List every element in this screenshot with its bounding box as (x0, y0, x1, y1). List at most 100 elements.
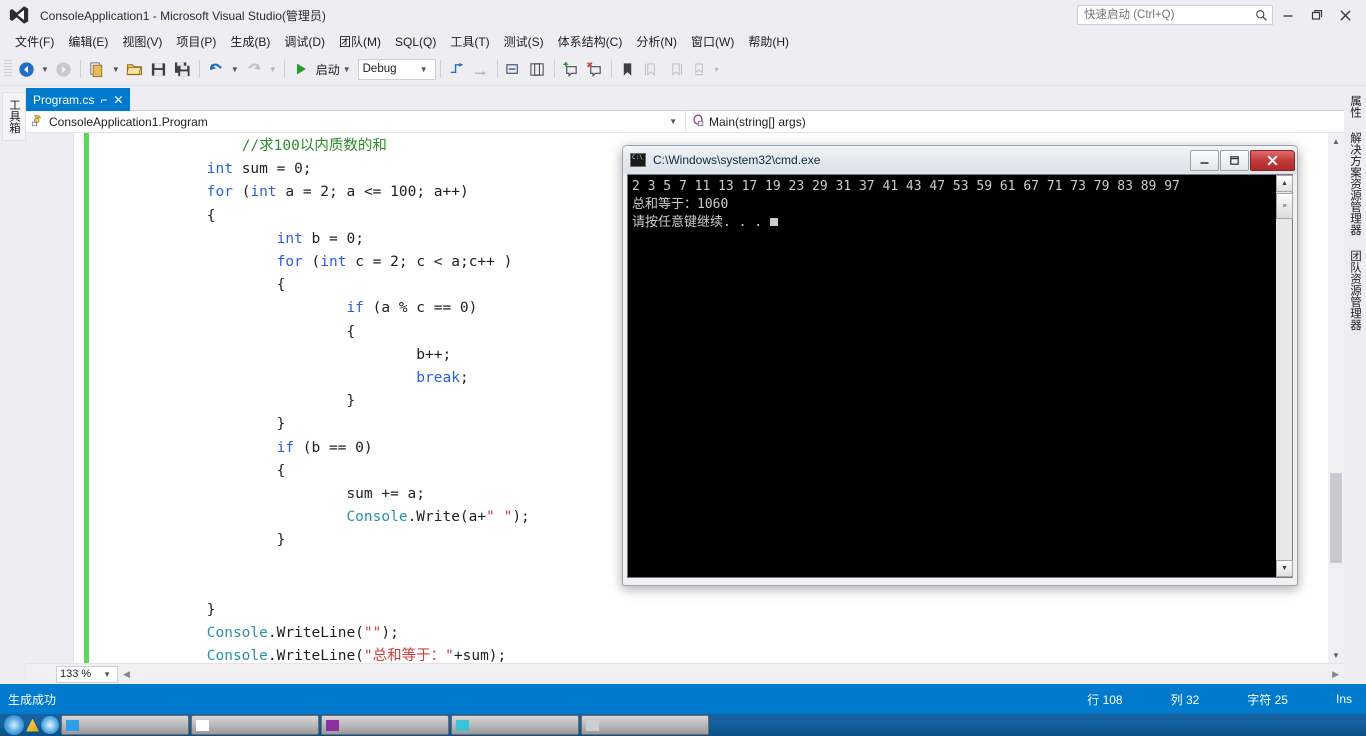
menu-item-10[interactable]: 体系结构(C) (551, 31, 630, 52)
new-project-dropdown-icon[interactable]: ▼ (109, 65, 123, 74)
undo-icon[interactable] (204, 57, 228, 81)
menu-item-12[interactable]: 窗口(W) (684, 31, 741, 52)
close-icon[interactable]: ✕ (113, 94, 123, 106)
editor-horizontal-scrollbar[interactable]: 133 % ▼ ◀ ▶ (26, 663, 1344, 684)
taskbar-item[interactable] (191, 715, 319, 735)
console-minimize-button[interactable] (1190, 149, 1219, 171)
console-scrollbar[interactable]: ▲ ≡ ▼ (1275, 175, 1293, 577)
maximize-restore-button[interactable] (1302, 0, 1331, 30)
taskbar-item[interactable] (581, 715, 709, 735)
new-project-icon[interactable] (85, 57, 109, 81)
search-icon[interactable] (1254, 8, 1268, 22)
remove-bookmark-icon[interactable] (583, 57, 607, 81)
scroll-down-icon[interactable]: ▼ (1328, 647, 1344, 663)
redo-dropdown-icon[interactable]: ▼ (266, 65, 280, 74)
left-dock-tab-0[interactable]: 工具箱 (2, 92, 26, 141)
zoom-level-value: 133 % (60, 668, 92, 680)
chevron-down-icon[interactable]: ▼ (417, 65, 431, 74)
code-token: (a % c == 0) (363, 300, 478, 317)
menu-item-8[interactable]: 工具(T) (443, 31, 496, 52)
navigate-back-icon[interactable] (14, 57, 38, 81)
code-token: } (276, 532, 286, 549)
quicklaunch-icon-2[interactable] (41, 716, 59, 734)
taskbar-item-icon (326, 719, 339, 731)
add-bookmark-icon[interactable] (559, 57, 583, 81)
toolbar-grip[interactable] (4, 60, 12, 78)
menu-item-2[interactable]: 视图(V) (115, 31, 169, 52)
taskbar-item[interactable] (451, 715, 579, 735)
taskbar-item[interactable] (321, 715, 449, 735)
build-status-text: 生成成功 (8, 692, 57, 707)
step-into-icon[interactable] (445, 57, 469, 81)
toggle-bookmark-icon[interactable] (616, 57, 640, 81)
taskbar-item-icon (196, 719, 209, 731)
code-text[interactable]: //求100以内质数的和 int sum = 0; for (int a = 2… (102, 133, 530, 663)
menu-item-13[interactable]: 帮助(H) (741, 31, 796, 52)
scroll-right-icon[interactable]: ▶ (1327, 669, 1344, 680)
menu-item-0[interactable]: 文件(F) (8, 31, 61, 52)
document-tab-program-cs[interactable]: Program.cs ⌐ ✕ (26, 88, 131, 111)
comment-icon[interactable] (502, 57, 526, 81)
right-dock-tab-1[interactable]: 解决方案资源管理器 (1345, 127, 1365, 241)
navigate-back-dropdown-icon[interactable]: ▼ (38, 65, 52, 74)
menu-item-9[interactable]: 测试(S) (497, 31, 551, 52)
editor-indicator-margin[interactable] (26, 133, 74, 663)
toolbar-overflow-icon[interactable]: ▾ (712, 65, 722, 74)
pin-icon[interactable]: ⌐ (100, 94, 107, 106)
close-button[interactable] (1331, 0, 1360, 30)
chevron-down-icon[interactable]: ▼ (666, 117, 680, 126)
save-icon[interactable] (147, 57, 171, 81)
console-close-button[interactable] (1250, 149, 1295, 171)
scroll-up-icon[interactable]: ▲ (1276, 175, 1293, 192)
type-dropdown[interactable]: ConsoleApplication1.Program ▼ (26, 110, 686, 133)
console-output-area[interactable]: 2 3 5 7 11 13 17 19 23 29 31 37 41 43 47… (627, 174, 1293, 578)
right-dock-tab-0[interactable]: 属性 (1345, 90, 1365, 123)
configuration-combobox[interactable]: Debug ▼ (357, 58, 436, 80)
code-token: .Write(a+ (407, 509, 487, 526)
zoom-level-combobox[interactable]: 133 % ▼ (56, 665, 118, 683)
code-line: break; (102, 367, 530, 390)
taskbar-item[interactable] (61, 715, 189, 735)
quicklaunch-icon-1[interactable] (26, 718, 39, 732)
menu-item-6[interactable]: 团队(M) (332, 31, 388, 52)
menu-item-5[interactable]: 调试(D) (277, 31, 332, 52)
menu-item-1[interactable]: 编辑(E) (61, 31, 115, 52)
insert-mode-indicator[interactable]: Ins (1312, 692, 1366, 706)
scroll-down-icon[interactable]: ▼ (1276, 560, 1293, 577)
console-title-bar[interactable]: C:\ C:\Windows\system32\cmd.exe (623, 146, 1297, 174)
menu-item-11[interactable]: 分析(N) (629, 31, 684, 52)
taskbar-item-icon (586, 719, 599, 731)
quick-launch-input[interactable] (1082, 7, 1254, 23)
member-dropdown[interactable]: Main(string[] args) (686, 111, 1344, 133)
undo-dropdown-icon[interactable]: ▼ (228, 65, 242, 74)
console-maximize-button[interactable] (1220, 149, 1249, 171)
open-file-icon[interactable] (123, 57, 147, 81)
start-button-label[interactable]: 启动 (313, 61, 340, 78)
code-token: int (206, 161, 233, 178)
console-scroll-thumb[interactable]: ≡ (1276, 193, 1293, 219)
start-debug-icon[interactable] (289, 57, 313, 81)
save-all-icon[interactable] (171, 57, 195, 81)
cmd-console-window[interactable]: C:\ C:\Windows\system32\cmd.exe 2 3 5 7 (622, 145, 1298, 586)
right-dock-tab-2[interactable]: 团队资源管理器 (1345, 244, 1365, 335)
configuration-value: Debug (362, 63, 397, 75)
quick-launch-box[interactable] (1077, 5, 1273, 25)
start-dropdown-icon[interactable]: ▼ (340, 65, 354, 74)
menu-item-7[interactable]: SQL(Q) (388, 33, 443, 51)
scroll-left-icon[interactable]: ◀ (118, 669, 135, 680)
chevron-down-icon[interactable]: ▼ (100, 670, 114, 679)
start-orb-icon[interactable] (4, 715, 24, 735)
minimize-button[interactable] (1273, 0, 1302, 30)
toolbar-separator-2 (198, 60, 200, 78)
editor-vertical-scrollbar[interactable]: ▲ ▼ (1328, 133, 1344, 663)
scroll-up-icon[interactable]: ▲ (1328, 133, 1344, 149)
document-tab-strip: Program.cs ⌐ ✕ (26, 88, 1344, 111)
menu-item-3[interactable]: 项目(P) (169, 31, 223, 52)
horizontal-scroll-track[interactable] (135, 667, 1327, 681)
uncomment-icon[interactable] (526, 57, 550, 81)
vertical-scroll-thumb[interactable] (1330, 473, 1342, 563)
code-token: Console (346, 509, 408, 526)
menu-item-4[interactable]: 生成(B) (223, 31, 277, 52)
